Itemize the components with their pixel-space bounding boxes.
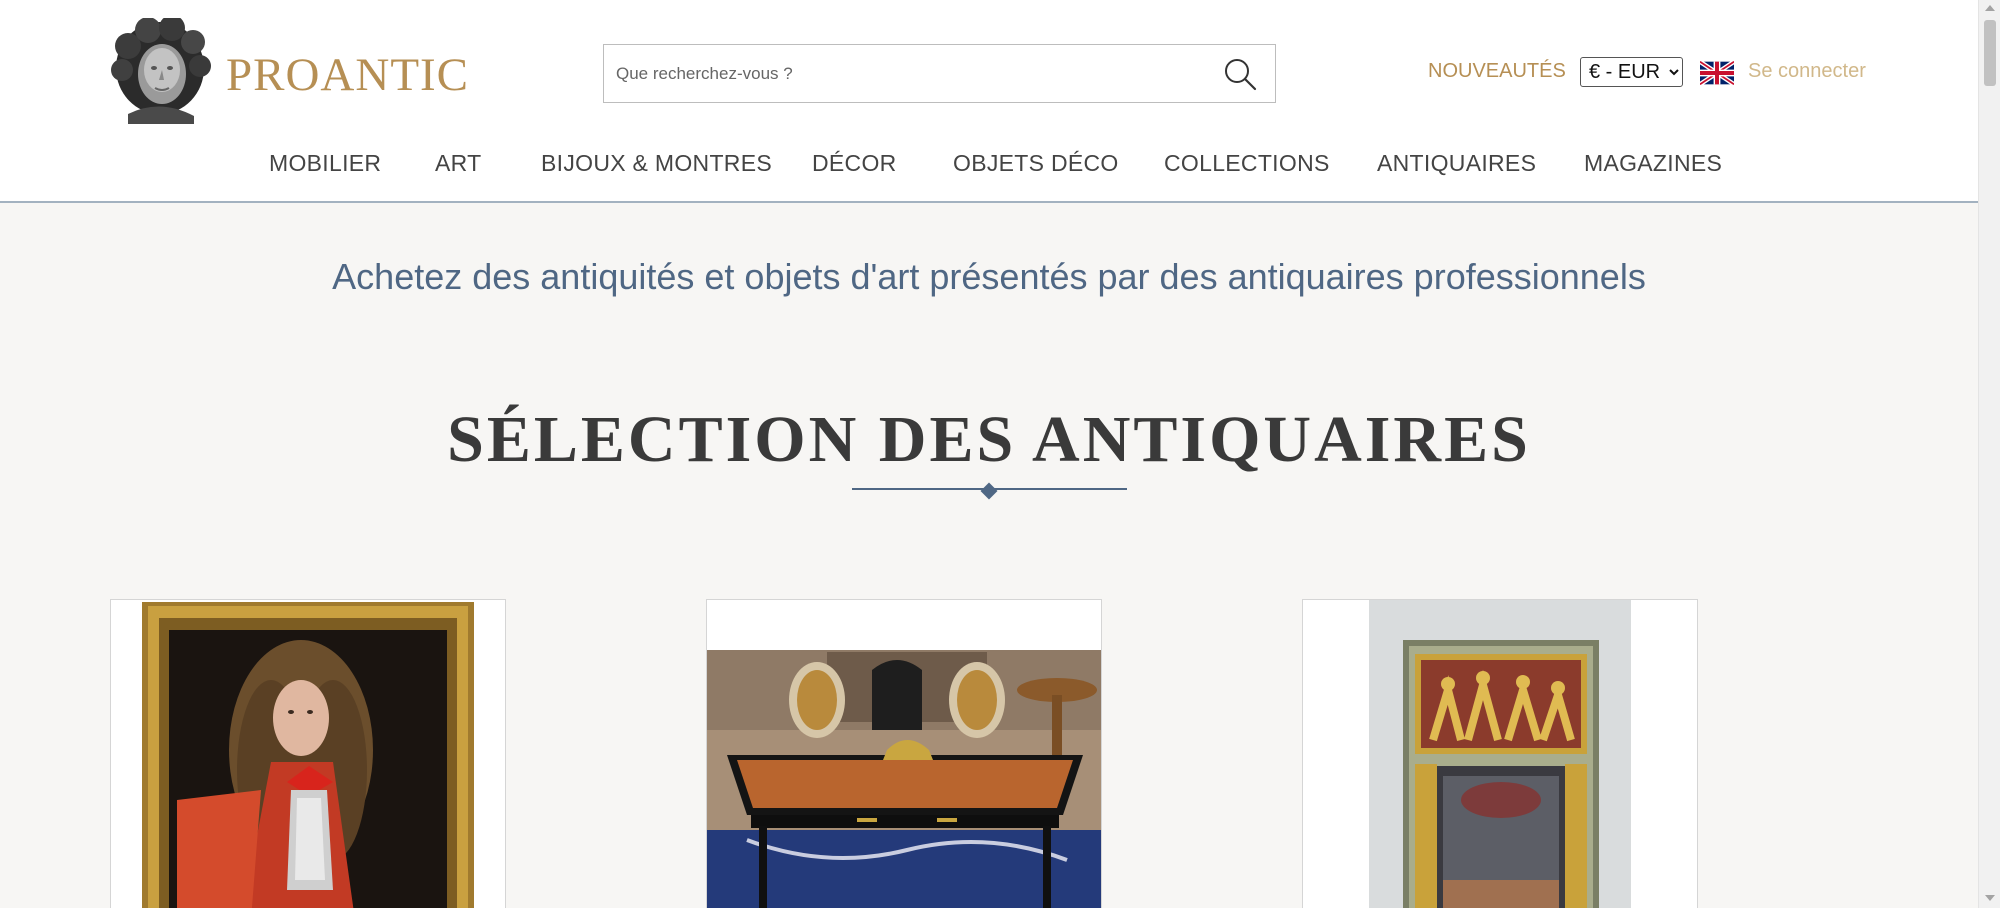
uk-flag-icon[interactable] xyxy=(1700,61,1734,85)
nav-item-mobilier[interactable]: MOBILIER xyxy=(269,150,381,177)
nav-item-bijoux-montres[interactable]: BIJOUX & MONTRES xyxy=(541,150,772,177)
portrait-painting-image xyxy=(111,600,505,908)
product-card-portrait[interactable] xyxy=(110,599,506,908)
nav-item-decor[interactable]: DÉCOR xyxy=(812,150,897,177)
search-input[interactable] xyxy=(616,59,1196,89)
title-divider-diamond xyxy=(980,482,998,500)
main-nav: MOBILIER ART BIJOUX & MONTRES DÉCOR OBJE… xyxy=(0,150,1978,180)
bust-logo-icon xyxy=(111,18,211,124)
scroll-thumb[interactable] xyxy=(1984,20,1996,86)
nouveautes-link[interactable]: NOUVEAUTÉS xyxy=(1428,60,1566,83)
currency-select[interactable]: € - EUR xyxy=(1580,57,1683,87)
nav-item-objets-deco[interactable]: OBJETS DÉCO xyxy=(953,150,1119,177)
search-box xyxy=(603,44,1276,103)
nav-item-collections[interactable]: COLLECTIONS xyxy=(1164,150,1330,177)
logo-link[interactable]: PROANTIC xyxy=(108,18,468,124)
scroll-up-arrow-icon[interactable] xyxy=(1985,5,1995,11)
nav-item-antiquaires[interactable]: ANTIQUAIRES xyxy=(1377,150,1536,177)
nav-item-magazines[interactable]: MAGAZINES xyxy=(1584,150,1722,177)
logo-text: PROANTIC xyxy=(226,49,470,101)
desk-with-chairs-image xyxy=(707,600,1101,908)
search-button[interactable] xyxy=(1205,45,1275,102)
nav-item-art[interactable]: ART xyxy=(435,150,482,177)
page-tagline: Achetez des antiquités et objets d'art p… xyxy=(332,256,1646,297)
page-scrollbar[interactable] xyxy=(1978,0,2000,908)
product-card-mirror[interactable] xyxy=(1302,599,1698,908)
scroll-down-arrow-icon[interactable] xyxy=(1985,895,1995,901)
section-title: SÉLECTION DES ANTIQUAIRES xyxy=(447,403,1531,476)
trumeau-mirror-image xyxy=(1303,600,1697,908)
search-icon xyxy=(1225,58,1257,90)
product-card-desk[interactable] xyxy=(706,599,1102,908)
site-header: PROANTIC NOUVEAUTÉS € - EUR Se connecter… xyxy=(0,0,1978,203)
login-link[interactable]: Se connecter xyxy=(1748,60,1866,83)
